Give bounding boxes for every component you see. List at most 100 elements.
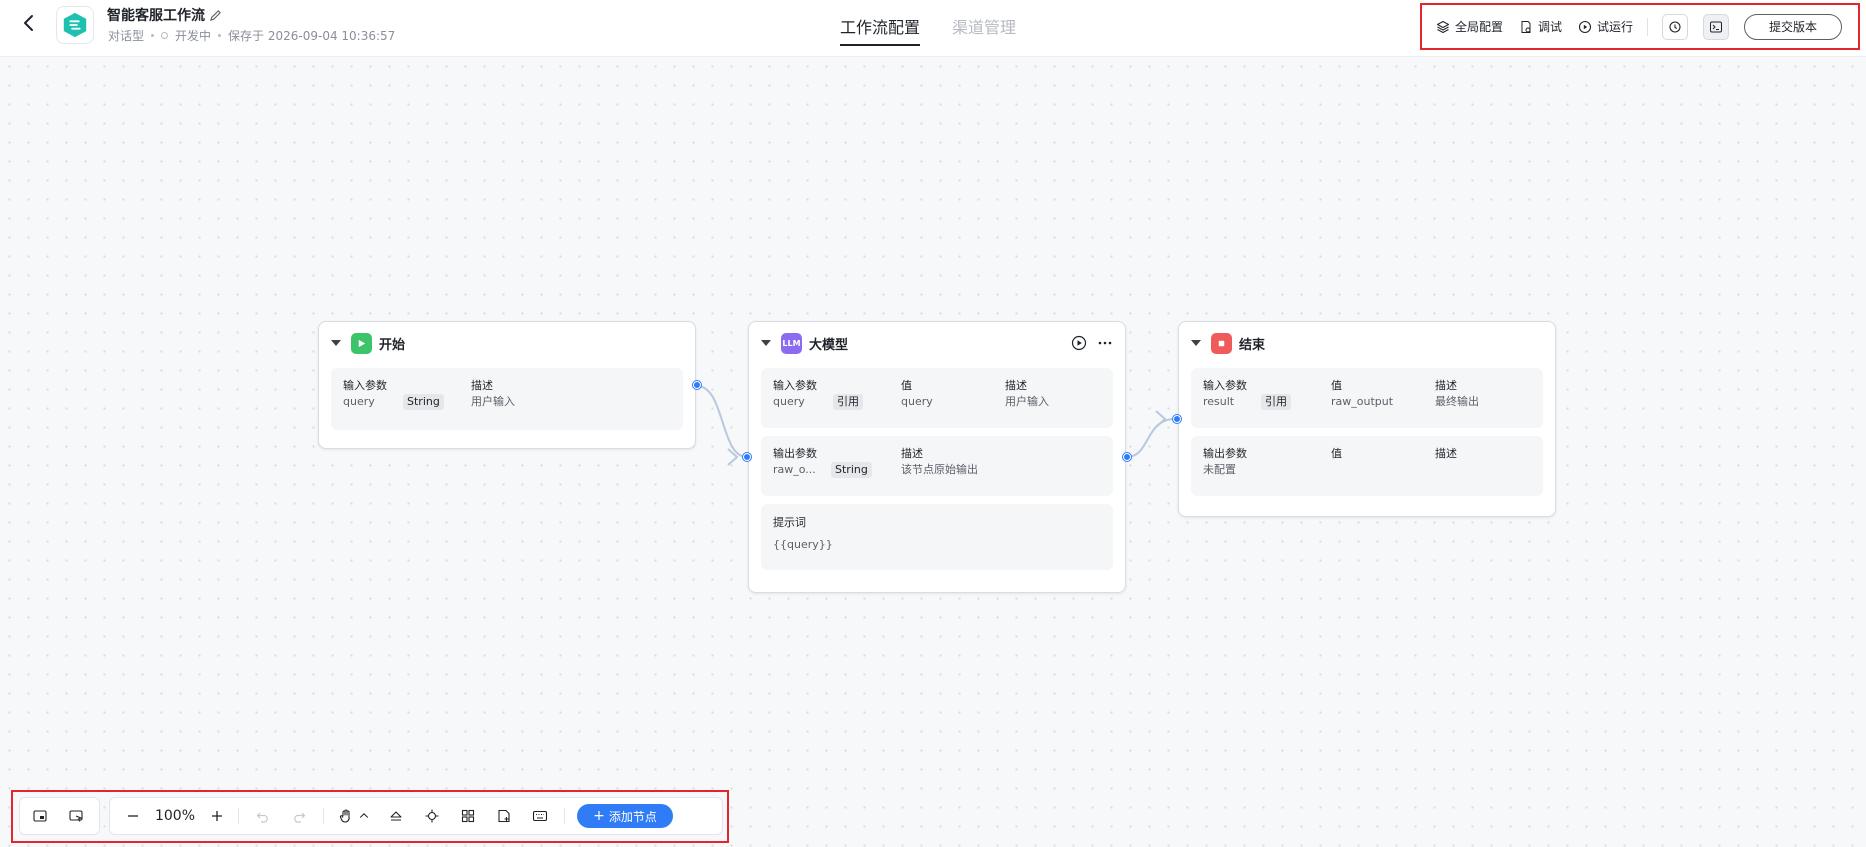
back-arrow-icon[interactable] (18, 12, 40, 34)
col-description: 描述 (1005, 379, 1027, 392)
debug-label: 调试 (1538, 20, 1563, 34)
trial-run-label: 试运行 (1597, 20, 1634, 34)
node-header: LLM 大模型 (761, 322, 1113, 364)
history-button[interactable] (1662, 13, 1689, 40)
zoom-in-button[interactable] (202, 801, 232, 831)
edit-pencil-icon[interactable] (209, 9, 222, 22)
debug-button[interactable]: 调试 (1519, 18, 1562, 35)
node-start[interactable]: 开始 输入参数 描述 query String 用户输入 (318, 321, 696, 449)
select-cursor-icon (69, 810, 83, 822)
toolbar-separator (564, 808, 565, 824)
zoom-level[interactable]: 100% (148, 808, 202, 824)
submit-version-button[interactable]: 提交版本 (1744, 13, 1843, 40)
col-description: 描述 (471, 379, 493, 392)
redo-button[interactable] (281, 801, 317, 831)
col-input-param: 输入参数 (773, 379, 817, 392)
param-cell: query String (343, 394, 471, 410)
toolbar-separator (238, 808, 239, 824)
main-tabs: 工作流配置 渠道管理 (840, 14, 1016, 46)
separator-dot (151, 34, 155, 37)
shortcuts-button[interactable] (522, 801, 558, 831)
node-title: 大模型 (809, 337, 849, 353)
input-params-section: 输入参数 描述 query String 用户输入 (331, 368, 683, 430)
collapse-caret-icon[interactable] (331, 340, 341, 346)
col-description: 描述 (1435, 379, 1457, 392)
param-cell: result 引用 (1203, 394, 1331, 410)
param-name: query (773, 395, 805, 408)
param-cell: raw_o... String (773, 462, 901, 478)
toolbar-separator (323, 808, 324, 824)
edge-arrow-2 (1155, 410, 1167, 428)
col-input-param: 输入参数 (1203, 379, 1247, 392)
app-name: 智能客服工作流 (107, 8, 205, 24)
console-button[interactable] (1703, 13, 1730, 40)
input-port-llm[interactable] (743, 453, 751, 461)
param-name: raw_o... (773, 463, 816, 476)
add-note-button[interactable] (486, 801, 522, 831)
collapse-caret-icon[interactable] (761, 340, 771, 346)
type-tag: String (403, 394, 444, 410)
col-input-param: 输入参数 (343, 379, 387, 392)
global-config-button[interactable]: 全局配置 (1436, 18, 1503, 35)
add-node-label: 添加节点 (608, 809, 657, 824)
output-port-llm[interactable] (1123, 453, 1131, 461)
prompt-section[interactable]: 提示词 {{query}} (761, 504, 1113, 570)
col-value: 值 (901, 379, 912, 392)
stop-icon (1211, 332, 1232, 354)
node-header: 结束 (1191, 322, 1543, 364)
history-clock-icon (1669, 20, 1681, 33)
header-actions: 全局配置 调试 试运行 提交版本 (1420, 3, 1860, 50)
output-params-section: 输出参数 描述 raw_o... String 该节点原始输出 (761, 436, 1113, 496)
crosshair-icon (425, 809, 439, 823)
focus-button[interactable] (414, 801, 450, 831)
undo-icon (256, 812, 268, 823)
toolbar-divider (1647, 17, 1649, 36)
output-port-start[interactable] (693, 381, 701, 389)
edge-start-llm (696, 385, 748, 458)
view-toggle-group (19, 797, 100, 835)
align-button[interactable] (378, 801, 414, 831)
node-header: 开始 (331, 322, 683, 364)
output-params-section: 输出参数 值 描述 未配置 (1191, 436, 1543, 496)
keyboard-icon (532, 810, 548, 822)
input-params-section: 输入参数 值 描述 result 引用 raw_output 最终输出 (1191, 368, 1543, 428)
reference-tag: 引用 (833, 394, 863, 410)
global-config-label: 全局配置 (1455, 20, 1504, 34)
app-title: 智能客服工作流 (107, 5, 222, 25)
llm-icon-label: LLM (782, 338, 801, 348)
tab-workflow-config[interactable]: 工作流配置 (840, 14, 921, 46)
collapse-caret-icon[interactable] (1191, 340, 1201, 346)
edge-llm-end (1126, 418, 1176, 458)
minimap-button[interactable] (22, 801, 58, 831)
layers-icon (1437, 20, 1449, 33)
zoom-out-button[interactable] (118, 801, 148, 831)
minimap-icon (33, 810, 47, 822)
auto-layout-button[interactable] (450, 801, 486, 831)
canvas-controls-group: 100% + 添加节点 (109, 797, 723, 835)
undo-button[interactable] (245, 801, 281, 831)
add-node-button[interactable]: + 添加节点 (577, 804, 673, 828)
pan-mode-button[interactable] (330, 801, 378, 831)
plus-icon: + (593, 808, 605, 824)
empty-output-text: 未配置 (1203, 463, 1236, 476)
more-options-icon[interactable] (1097, 335, 1113, 351)
input-port-end[interactable] (1173, 415, 1181, 423)
grid-layout-icon (461, 809, 475, 823)
status-circle-icon (161, 32, 169, 39)
trial-run-button[interactable]: 试运行 (1578, 18, 1633, 35)
run-node-icon[interactable] (1071, 335, 1087, 351)
minus-icon (128, 815, 138, 817)
select-mode-button[interactable] (58, 801, 94, 831)
node-end[interactable]: 结束 输入参数 值 描述 result 引用 raw_output 最终输出 输… (1178, 321, 1556, 517)
node-title: 开始 (379, 337, 406, 353)
terminal-icon (1710, 21, 1723, 32)
top-header: 智能客服工作流 对话型 开发中 保存于 2026-09-04 10:36:57 … (0, 0, 1866, 57)
tab-channel-management[interactable]: 渠道管理 (952, 14, 1016, 46)
col-value: 值 (1331, 447, 1342, 460)
app-logo (56, 6, 94, 44)
debug-doc-icon (1521, 20, 1531, 33)
col-description: 描述 (1435, 447, 1457, 460)
node-llm[interactable]: LLM 大模型 输入参数 值 描述 query 引用 query 用户输入 输出… (748, 321, 1126, 593)
col-description: 描述 (901, 447, 923, 460)
param-description: 用户输入 (471, 395, 515, 408)
